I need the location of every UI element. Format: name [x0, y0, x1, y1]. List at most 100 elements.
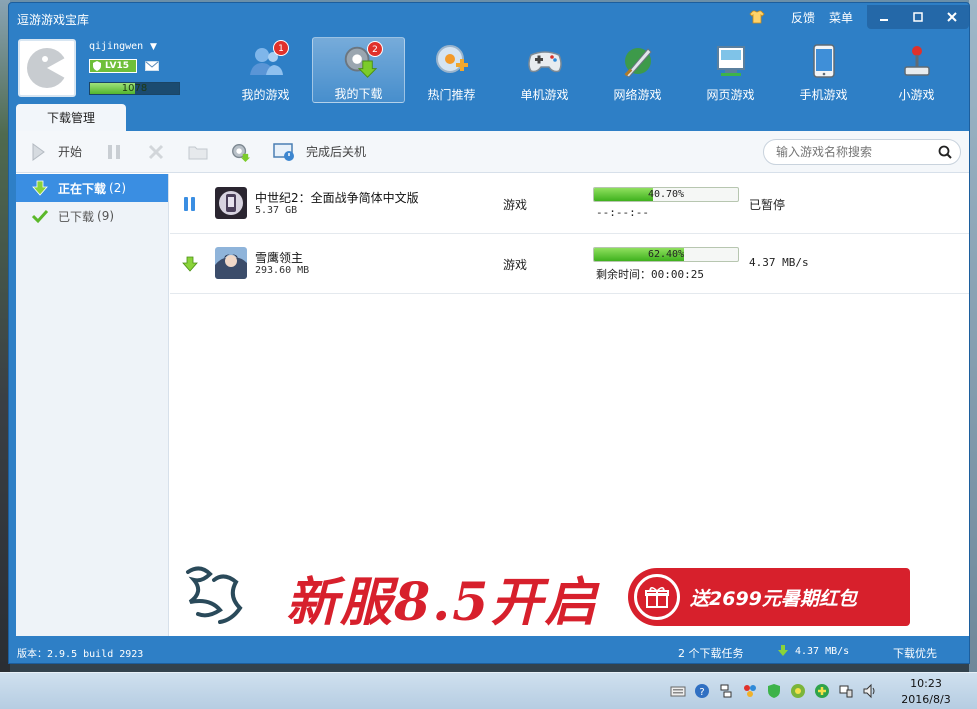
nav-mobile-games[interactable]: 手机游戏 — [777, 37, 870, 103]
colored-dots-icon[interactable] — [742, 683, 758, 699]
pause-button[interactable] — [104, 142, 124, 162]
sidebar-item-downloaded[interactable]: 已下载 (9) — [16, 202, 168, 230]
network-switch-icon[interactable] — [718, 683, 734, 699]
mail-icon[interactable] — [145, 61, 159, 71]
progress-bar: 62.40% — [593, 247, 739, 262]
nav-online-games[interactable]: 网络游戏 — [591, 37, 684, 103]
sidebar-item-label: 正在下载 — [58, 181, 107, 196]
default-avatar-icon — [27, 48, 68, 88]
close-button[interactable] — [935, 5, 969, 29]
plus-tray-icon[interactable] — [814, 683, 830, 699]
tab-download-manager[interactable]: 下载管理 — [16, 104, 126, 132]
delete-button[interactable] — [146, 142, 166, 162]
app-window: 逗游游戏宝库 反馈 菜单 qijingwen ▼ LV15 1078 我的游戏 … — [8, 2, 970, 664]
maximize-button[interactable] — [901, 5, 935, 29]
clock-date: 2016/8/3 — [901, 693, 951, 706]
maximize-icon — [913, 12, 923, 22]
sidebar: 正在下载 (2) 已下载 (9) — [16, 174, 169, 636]
toolbar: 开始 完成后关机 — [16, 131, 969, 173]
gamepad-icon — [527, 51, 562, 73]
sidebar-item-count: (9) — [97, 209, 115, 223]
promo-headline: 新服8.5开启 — [286, 572, 599, 633]
skin-shirt-icon[interactable] — [749, 10, 765, 24]
username[interactable]: qijingwen — [89, 41, 143, 52]
help-icon[interactable]: ? — [694, 683, 710, 699]
notification-badge: 1 — [273, 40, 289, 56]
nav-label: 我的下载 — [334, 87, 383, 101]
title-controls: 反馈 菜单 — [749, 3, 969, 31]
sidebar-item-count: (2) — [109, 181, 127, 195]
avatar[interactable] — [18, 39, 76, 97]
open-folder-button[interactable] — [188, 142, 208, 162]
total-speed-value: 4.37 MB/s — [795, 645, 850, 657]
header: qijingwen ▼ LV15 1078 我的游戏 1 我的下载 2 热门推荐… — [9, 31, 969, 105]
version-text: 版本：2.9.5 build 2923 — [17, 649, 144, 660]
level-badge: LV15 — [89, 59, 137, 73]
nav-my-downloads[interactable]: 我的下载 2 — [312, 37, 405, 103]
nav-my-games[interactable]: 我的游戏 1 — [219, 37, 312, 103]
game-icon — [215, 187, 247, 219]
table-row[interactable]: 中世纪2：全面战争简体中文版 5.37 GB 游戏 40.70% --:--:-… — [170, 174, 969, 234]
experience-bar: 1078 — [89, 82, 180, 95]
download-settings-button[interactable] — [230, 142, 251, 162]
clock[interactable]: 10:23 2016/8/3 — [896, 676, 956, 708]
sidebar-item-downloading[interactable]: 正在下载 (2) — [16, 174, 168, 202]
chevron-down-icon[interactable]: ▼ — [150, 42, 157, 52]
gift-icon — [634, 574, 680, 620]
minimize-icon — [880, 19, 888, 21]
nav-hot-recommend[interactable]: 热门推荐 — [405, 37, 498, 103]
download-speed: 4.37 MB/s — [749, 256, 809, 269]
feedback-link[interactable]: 反馈 — [791, 9, 815, 26]
security-shield-icon[interactable] — [766, 683, 782, 699]
play-icon — [32, 142, 45, 161]
progress-label: 62.40% — [647, 249, 685, 260]
shutdown-after-complete-button[interactable]: 完成后关机 — [272, 141, 366, 163]
phone-icon — [812, 44, 835, 78]
game-type: 游戏 — [503, 198, 528, 212]
speaker-icon[interactable] — [862, 683, 878, 699]
start-button[interactable]: 开始 — [28, 142, 82, 162]
status-bar: 版本：2.9.5 build 2923 2 个下载任务 4.37 MB/s 下载… — [9, 639, 969, 663]
search-icon[interactable] — [938, 145, 952, 159]
sidebar-item-label: 已下载 — [58, 209, 95, 224]
monitor-power-icon — [273, 142, 295, 161]
joystick-icon — [903, 46, 930, 76]
search-input[interactable] — [776, 145, 934, 159]
app-title: 逗游游戏宝库 — [17, 13, 90, 27]
pause-icon[interactable] — [182, 196, 198, 212]
promo-ribbon-text: 送2699元暑期红包 — [690, 587, 857, 610]
nav-web-games[interactable]: 网页游戏 — [684, 37, 777, 103]
search-box — [763, 139, 961, 165]
shutdown-label: 完成后关机 — [306, 145, 367, 159]
game-cover-medieval-icon — [215, 187, 247, 219]
game-logo-icon — [186, 566, 243, 624]
close-icon — [947, 12, 957, 22]
experience-value: 1078 — [121, 83, 148, 94]
window-buttons — [867, 5, 969, 29]
remaining-time: --:--:-- — [596, 206, 649, 219]
display-network-icon[interactable] — [838, 683, 854, 699]
sword-icon — [623, 48, 652, 78]
minimize-button[interactable] — [867, 5, 901, 29]
download-arrow-icon[interactable] — [182, 256, 198, 272]
promo-banner[interactable]: 新服8.5开启 送2699元暑期红包 — [170, 552, 969, 636]
promo-ribbon: 送2699元暑期红包 — [628, 568, 910, 626]
game-name: 中世纪2：全面战争简体中文版 — [255, 191, 419, 205]
table-row[interactable]: 雪鹰领主 293.60 MB 游戏 62.40% 剩余时间：00:00:25 4… — [170, 234, 969, 294]
task-count: 2 个下载任务 — [678, 647, 744, 660]
download-priority-toggle[interactable]: 下载优先 — [893, 645, 937, 661]
nav-label: 手机游戏 — [799, 88, 848, 102]
menu-link[interactable]: 菜单 — [829, 9, 853, 26]
game-name: 雪鹰领主 — [255, 251, 304, 265]
system-tray: ? — [670, 683, 886, 699]
keyboard-icon[interactable] — [670, 683, 686, 699]
game-tray-icon[interactable] — [790, 683, 806, 699]
total-speed: 4.37 MB/s — [777, 645, 849, 657]
nav-mini-games[interactable]: 小游戏 — [870, 37, 963, 103]
nav-label: 网页游戏 — [706, 88, 755, 102]
nav-single-games[interactable]: 单机游戏 — [498, 37, 591, 103]
game-type: 游戏 — [503, 258, 528, 272]
progress-bar: 40.70% — [593, 187, 739, 202]
nav-label: 小游戏 — [898, 88, 935, 102]
web-monitor-icon — [716, 46, 745, 76]
